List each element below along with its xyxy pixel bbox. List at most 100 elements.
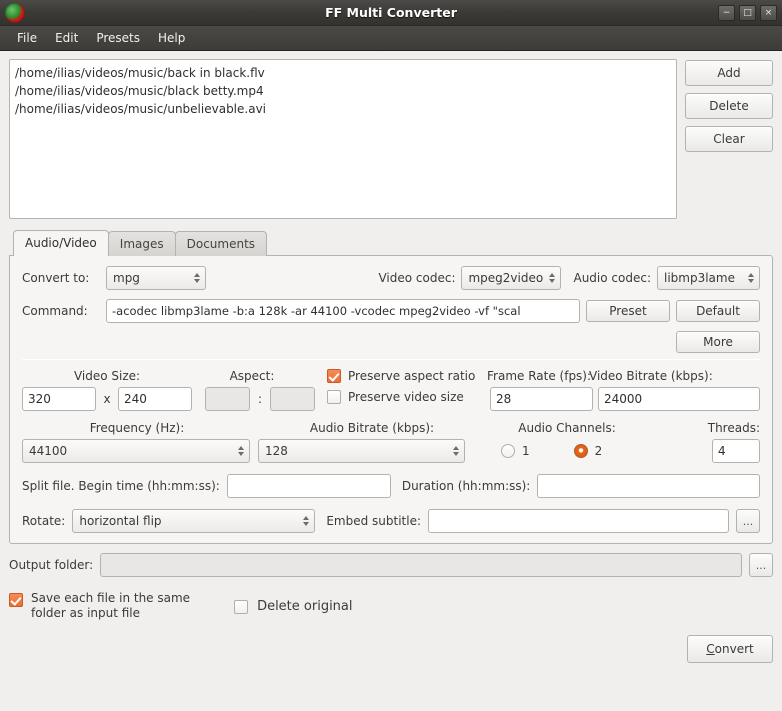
save-same-folder-checkbox[interactable]	[9, 593, 23, 607]
output-folder-row: Output folder: ...	[9, 553, 773, 577]
command-input[interactable]: -acodec libmp3lame -b:a 128k -ar 44100 -…	[106, 299, 580, 323]
divider	[22, 359, 760, 360]
menu-item-file[interactable]: File	[8, 28, 46, 48]
video-width-input[interactable]: 320	[22, 387, 96, 411]
frequency-label: Frequency (Hz):	[89, 421, 185, 435]
preserve-video-size-row[interactable]: Preserve video size	[327, 389, 490, 404]
close-icon[interactable]: ×	[760, 4, 777, 21]
chevron-updown-icon	[194, 273, 200, 283]
list-item[interactable]: /home/ilias/videos/music/back in black.f…	[15, 64, 671, 82]
audio-codec-value: libmp3lame	[664, 271, 735, 285]
embed-subtitle-input[interactable]	[428, 509, 729, 533]
audio-codec-select[interactable]: libmp3lame	[657, 266, 760, 290]
audio-channel-1-option[interactable]: 1	[501, 444, 530, 458]
audio-channel-1-radio[interactable]	[501, 444, 515, 458]
video-codec-label: Video codec:	[378, 271, 456, 285]
audio-channel-2-label: 2	[594, 444, 603, 458]
delete-original-checkbox[interactable]	[234, 600, 249, 614]
video-bitrate-label: Video Bitrate (kbps):	[589, 369, 713, 383]
menu-item-help[interactable]: Help	[149, 28, 194, 48]
video-bitrate-input[interactable]: 24000	[598, 387, 760, 411]
threads-input[interactable]: 4	[712, 439, 760, 463]
convert-to-select[interactable]: mpg	[106, 266, 206, 290]
format-row: Convert to: mpg Video codec: mpeg2video …	[22, 266, 760, 290]
video-height-input[interactable]: 240	[118, 387, 192, 411]
app-logo-icon	[5, 2, 25, 23]
audio-bitrate-label: Audio Bitrate (kbps):	[309, 421, 435, 435]
convert-button-mnemonic: C	[706, 642, 715, 656]
chevron-updown-icon	[303, 516, 310, 526]
aspect-width-input[interactable]	[205, 387, 250, 411]
duration-label: Duration (hh:mm:ss):	[401, 479, 531, 493]
command-row: Command: -acodec libmp3lame -b:a 128k -a…	[22, 299, 760, 323]
preserve-aspect-ratio-label: Preserve aspect ratio	[348, 368, 476, 383]
chevron-updown-icon	[549, 273, 556, 283]
video-size-multiply-label: x	[103, 392, 111, 406]
title-bar: FF Multi Converter − □ ×	[0, 0, 782, 26]
window-title: FF Multi Converter	[325, 5, 457, 20]
more-button[interactable]: More	[676, 331, 760, 353]
rotate-select[interactable]: horizontal flip	[72, 509, 316, 533]
output-folder-browse-button[interactable]: ...	[749, 553, 773, 577]
output-folder-input[interactable]	[100, 553, 742, 577]
command-label: Command:	[22, 304, 88, 318]
file-action-buttons: Add Delete Clear	[685, 59, 773, 152]
tab-audio-video[interactable]: Audio/Video	[13, 230, 109, 256]
preset-button[interactable]: Preset	[586, 300, 670, 322]
save-same-folder-label-line2: folder as input file	[31, 606, 141, 620]
tab-images[interactable]: Images	[107, 231, 176, 256]
file-selection-area: /home/ilias/videos/music/back in black.f…	[9, 59, 773, 219]
chevron-updown-icon	[238, 446, 244, 456]
split-begin-time-input[interactable]	[226, 474, 391, 498]
audio-labels-row: Frequency (Hz): Audio Bitrate (kbps): Au…	[22, 421, 760, 435]
output-options-row: Save each file in the same folder as inp…	[9, 591, 773, 621]
embed-subtitle-browse-button[interactable]: ...	[736, 509, 760, 533]
audio-channel-2-option[interactable]: 2	[573, 444, 603, 458]
audio-channels-label: Audio Channels:	[518, 421, 616, 435]
frame-rate-label: Frame Rate (fps):	[487, 369, 592, 383]
split-file-row: Split file. Begin time (hh:mm:ss): Durat…	[22, 474, 760, 498]
audio-channel-1-label: 1	[522, 444, 530, 458]
duration-input[interactable]	[537, 474, 760, 498]
convert-button-label: onvert	[714, 642, 754, 656]
preserve-video-size-label: Preserve video size	[348, 389, 464, 404]
split-begin-time-label: Split file. Begin time (hh:mm:ss):	[22, 479, 220, 493]
output-folder-label: Output folder:	[9, 558, 94, 572]
rotate-value: horizontal flip	[79, 514, 162, 528]
list-item[interactable]: /home/ilias/videos/music/black betty.mp4	[15, 82, 671, 100]
preserve-aspect-ratio-row[interactable]: Preserve aspect ratio	[327, 368, 490, 383]
minimize-icon[interactable]: −	[718, 4, 735, 21]
embed-subtitle-label: Embed subtitle:	[326, 514, 422, 528]
output-section: Output folder: ... Save each file in the…	[0, 544, 782, 621]
tab-bar: Audio/Video Images Documents	[9, 230, 773, 256]
file-list[interactable]: /home/ilias/videos/music/back in black.f…	[9, 59, 677, 219]
list-item[interactable]: /home/ilias/videos/music/unbelievable.av…	[15, 100, 671, 118]
rotate-label: Rotate:	[22, 514, 66, 528]
frequency-value: 44100	[29, 444, 68, 458]
default-button[interactable]: Default	[676, 300, 760, 322]
aspect-colon-label: :	[257, 392, 263, 406]
audio-bitrate-select[interactable]: 128	[258, 439, 465, 463]
video-codec-select[interactable]: mpeg2video	[461, 266, 562, 290]
preserve-aspect-ratio-checkbox[interactable]	[327, 368, 341, 383]
chevron-updown-icon	[453, 446, 459, 456]
delete-button[interactable]: Delete	[685, 93, 773, 119]
delete-original-label: Delete original	[257, 599, 353, 614]
clear-button[interactable]: Clear	[685, 126, 773, 152]
frequency-select[interactable]: 44100	[22, 439, 250, 463]
convert-button[interactable]: Convert	[687, 635, 773, 663]
rotate-row: Rotate: horizontal flip Embed subtitle: …	[22, 509, 760, 533]
audio-bitrate-value: 128	[265, 444, 288, 458]
audio-channel-2-radio[interactable]	[573, 444, 588, 458]
menu-bar: File Edit Presets Help	[0, 26, 782, 51]
frame-rate-input[interactable]: 28	[490, 387, 593, 411]
maximize-icon[interactable]: □	[739, 4, 756, 21]
preserve-video-size-checkbox[interactable]	[327, 389, 341, 404]
tab-documents[interactable]: Documents	[174, 231, 268, 256]
aspect-label: Aspect:	[229, 369, 275, 383]
chevron-updown-icon	[748, 273, 754, 283]
aspect-height-input[interactable]	[270, 387, 315, 411]
add-button[interactable]: Add	[685, 60, 773, 86]
menu-item-edit[interactable]: Edit	[46, 28, 87, 48]
menu-item-presets[interactable]: Presets	[87, 28, 149, 48]
